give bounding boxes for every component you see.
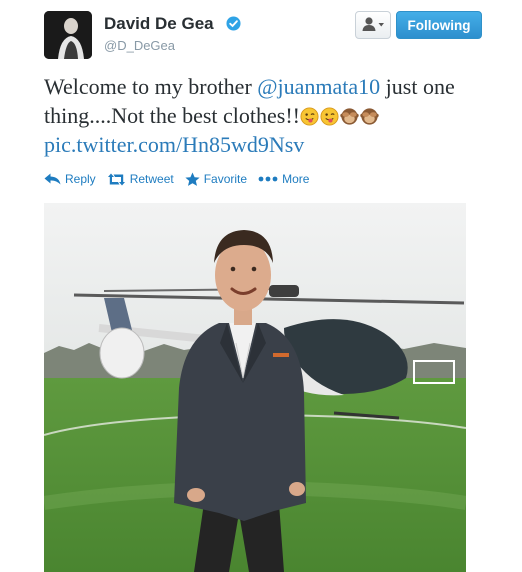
retweet-icon (107, 173, 125, 185)
user-dropdown-button[interactable] (355, 11, 391, 39)
mention-link[interactable]: @juanmata10 (257, 74, 380, 99)
see-no-evil-monkey-emoji-icon (340, 108, 359, 125)
pic-link[interactable]: pic.twitter.com/Hn85wd9Nsv (44, 132, 304, 157)
favorite-action[interactable]: Favorite (185, 172, 247, 187)
reply-icon (44, 173, 61, 185)
more-label: More (282, 172, 310, 186)
tweet-actions: Reply Retweet Favorite More (44, 170, 320, 188)
display-name[interactable]: David De Gea (104, 14, 214, 34)
star-icon (185, 172, 200, 186)
retweet-label: Retweet (129, 172, 174, 186)
photo-image (44, 203, 466, 572)
user-icon (362, 17, 384, 31)
reply-action[interactable]: Reply (44, 172, 96, 186)
tweet-photo[interactable] (44, 203, 466, 572)
winking-tongue-emoji-icon (300, 107, 319, 126)
chevron-down-icon (378, 23, 384, 27)
see-no-evil-monkey-emoji-icon (360, 108, 379, 125)
more-dots-icon (258, 176, 278, 182)
following-button[interactable]: Following (396, 11, 482, 39)
winking-tongue-emoji-icon (320, 107, 339, 126)
more-action[interactable]: More (258, 172, 309, 186)
retweet-action[interactable]: Retweet (107, 172, 174, 186)
verified-badge-icon (226, 16, 241, 31)
tweet-text: Welcome to my brother @juanmata10 just o… (44, 72, 518, 159)
favorite-label: Favorite (203, 172, 248, 186)
screen-name[interactable]: @D_DeGea (104, 38, 175, 53)
tweet-text-part1: Welcome to my brother (44, 74, 258, 99)
avatar[interactable] (44, 11, 92, 59)
avatar-image (44, 11, 92, 59)
reply-label: Reply (65, 172, 96, 186)
